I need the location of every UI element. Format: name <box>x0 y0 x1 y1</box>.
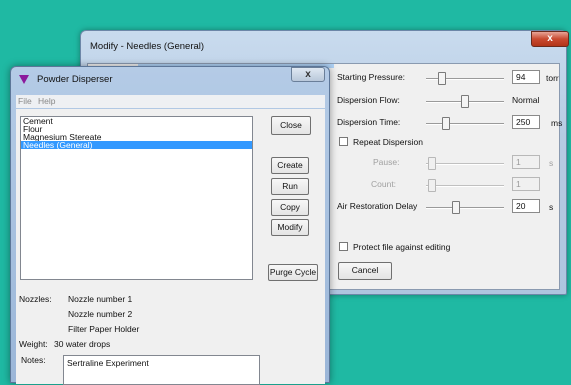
powder-window-title: Powder Disperser <box>37 74 113 85</box>
nozzle-2: Nozzle number 2 <box>68 309 133 319</box>
weight-value: 30 water drops <box>54 339 111 349</box>
recipe-list[interactable]: Cement Flour Magnesium Stereate Needles … <box>20 116 253 280</box>
weight-label: Weight: <box>19 339 48 349</box>
nozzle-1: Nozzle number 1 <box>68 294 133 304</box>
dispersion-flow-value: Normal <box>512 95 540 105</box>
count-label: Count: <box>371 179 397 189</box>
cancel-button[interactable]: Cancel <box>338 262 392 280</box>
nozzle-3: Filter Paper Holder <box>68 324 140 334</box>
starting-pressure-label: Starting Pressure: <box>337 72 406 82</box>
nozzles-label: Nozzles: <box>19 294 52 304</box>
powder-client-area: Cement Flour Magnesium Stereate Needles … <box>16 109 325 384</box>
dispersion-time-unit: ms <box>551 118 563 128</box>
list-item-selected[interactable]: Needles (General) <box>21 141 252 149</box>
modify-button[interactable]: Modify <box>271 219 309 236</box>
air-restoration-delay-slider[interactable] <box>452 201 460 214</box>
notes-field[interactable]: Sertraline Experiment <box>63 355 260 385</box>
protect-file-label: Protect file against editing <box>353 242 451 252</box>
pause-track <box>426 163 504 165</box>
starting-pressure-unit: torr <box>546 73 559 83</box>
dispersion-time-track <box>426 123 504 125</box>
repeat-dispersion-label: Repeat Dispersion <box>353 137 423 147</box>
count-slider[interactable] <box>428 179 436 192</box>
app-icon <box>19 75 29 84</box>
starting-pressure-input[interactable]: 94 <box>512 70 540 84</box>
close-button[interactable]: Close <box>271 116 311 135</box>
modify-window-title: Modify - Needles (General) <box>90 41 205 52</box>
modify-close-button[interactable]: x <box>531 31 569 47</box>
dispersion-time-input[interactable]: 250 <box>512 115 540 129</box>
powder-disperser-window: Powder Disperser x File Help Cement Flou… <box>10 66 330 385</box>
pause-unit: s <box>549 158 554 168</box>
pause-input[interactable]: 1 <box>512 155 540 169</box>
count-track <box>426 185 504 187</box>
create-button[interactable]: Create <box>271 157 309 174</box>
list-item[interactable]: Cement <box>21 117 252 126</box>
run-button[interactable]: Run <box>271 178 309 195</box>
pause-slider[interactable] <box>428 157 436 170</box>
copy-button[interactable]: Copy <box>271 199 309 216</box>
pause-label: Pause: <box>373 157 400 167</box>
dispersion-time-slider[interactable] <box>442 117 450 130</box>
dispersion-flow-label: Dispersion Flow: <box>337 95 400 105</box>
dispersion-flow-slider[interactable] <box>461 95 469 108</box>
powder-close-window-button[interactable]: x <box>291 67 325 82</box>
air-restoration-delay-track <box>426 207 504 209</box>
air-restoration-delay-unit: s <box>549 202 554 212</box>
air-restoration-delay-label: Air Restoration Delay <box>337 201 418 211</box>
menu-file[interactable]: File <box>18 96 32 106</box>
protect-file-checkbox[interactable] <box>339 242 348 251</box>
menu-help[interactable]: Help <box>38 96 55 106</box>
starting-pressure-slider[interactable] <box>438 72 446 85</box>
notes-label: Notes: <box>21 355 46 365</box>
dispersion-time-label: Dispersion Time: <box>337 117 401 127</box>
purge-cycle-button[interactable]: Purge Cycle <box>268 264 318 281</box>
menu-bar: File Help <box>16 95 325 108</box>
count-input[interactable]: 1 <box>512 177 540 191</box>
repeat-dispersion-checkbox[interactable] <box>339 137 348 146</box>
air-restoration-delay-input[interactable]: 20 <box>512 199 540 213</box>
